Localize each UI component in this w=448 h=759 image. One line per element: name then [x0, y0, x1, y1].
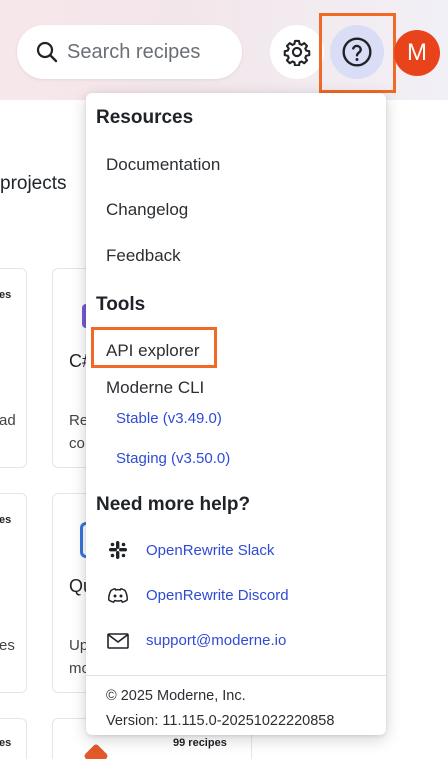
search-input[interactable] — [67, 40, 237, 64]
card-text: ad — [0, 412, 16, 429]
gear-icon — [283, 39, 311, 66]
card-text: es — [0, 637, 15, 654]
cli-staging-link[interactable]: Staging (v3.50.0) — [116, 450, 230, 467]
help-dropdown-menu: Resources Documentation Changelog Feedba… — [86, 93, 386, 735]
card-count: es — [0, 289, 12, 301]
need-help-heading: Need more help? — [96, 494, 251, 515]
section-title: projects — [0, 173, 67, 194]
mail-icon — [106, 629, 130, 653]
avatar[interactable]: M — [394, 30, 440, 76]
card-count: 99 recipes — [173, 737, 227, 749]
help-circle-icon — [342, 37, 372, 67]
tools-heading: Tools — [96, 294, 146, 315]
menu-divider — [86, 675, 386, 676]
discord-icon — [106, 584, 130, 608]
settings-button[interactable] — [270, 25, 324, 79]
recipe-card[interactable]: es es — [0, 493, 27, 693]
moderne-cli-label: Moderne CLI — [106, 378, 205, 397]
card-text: co — [69, 435, 85, 452]
openrewrite-discord-link[interactable]: OpenRewrite Discord — [146, 587, 289, 604]
openrewrite-slack-link[interactable]: OpenRewrite Slack — [146, 542, 274, 559]
recipe-card[interactable]: es ad — [0, 268, 27, 468]
slack-icon — [106, 538, 130, 562]
card-count: es — [0, 514, 12, 526]
menu-item-feedback[interactable]: Feedback — [106, 246, 181, 266]
version-text: Version: 11.115.0-20251022220858 — [106, 713, 335, 729]
menu-item-documentation[interactable]: Documentation — [106, 155, 220, 175]
support-email-link[interactable]: support@moderne.io — [146, 632, 286, 649]
search-icon — [36, 41, 58, 63]
copyright-text: © 2025 Moderne, Inc. — [106, 688, 246, 704]
card-icon — [83, 743, 109, 759]
menu-item-changelog[interactable]: Changelog — [106, 200, 188, 220]
menu-item-api-explorer[interactable]: API explorer — [106, 341, 200, 361]
card-count: es — [0, 737, 12, 749]
search-bar[interactable] — [17, 25, 242, 79]
help-button[interactable] — [330, 25, 384, 79]
resources-heading: Resources — [96, 107, 194, 128]
cli-stable-link[interactable]: Stable (v3.49.0) — [116, 410, 222, 427]
recipe-card[interactable]: es — [0, 718, 27, 759]
